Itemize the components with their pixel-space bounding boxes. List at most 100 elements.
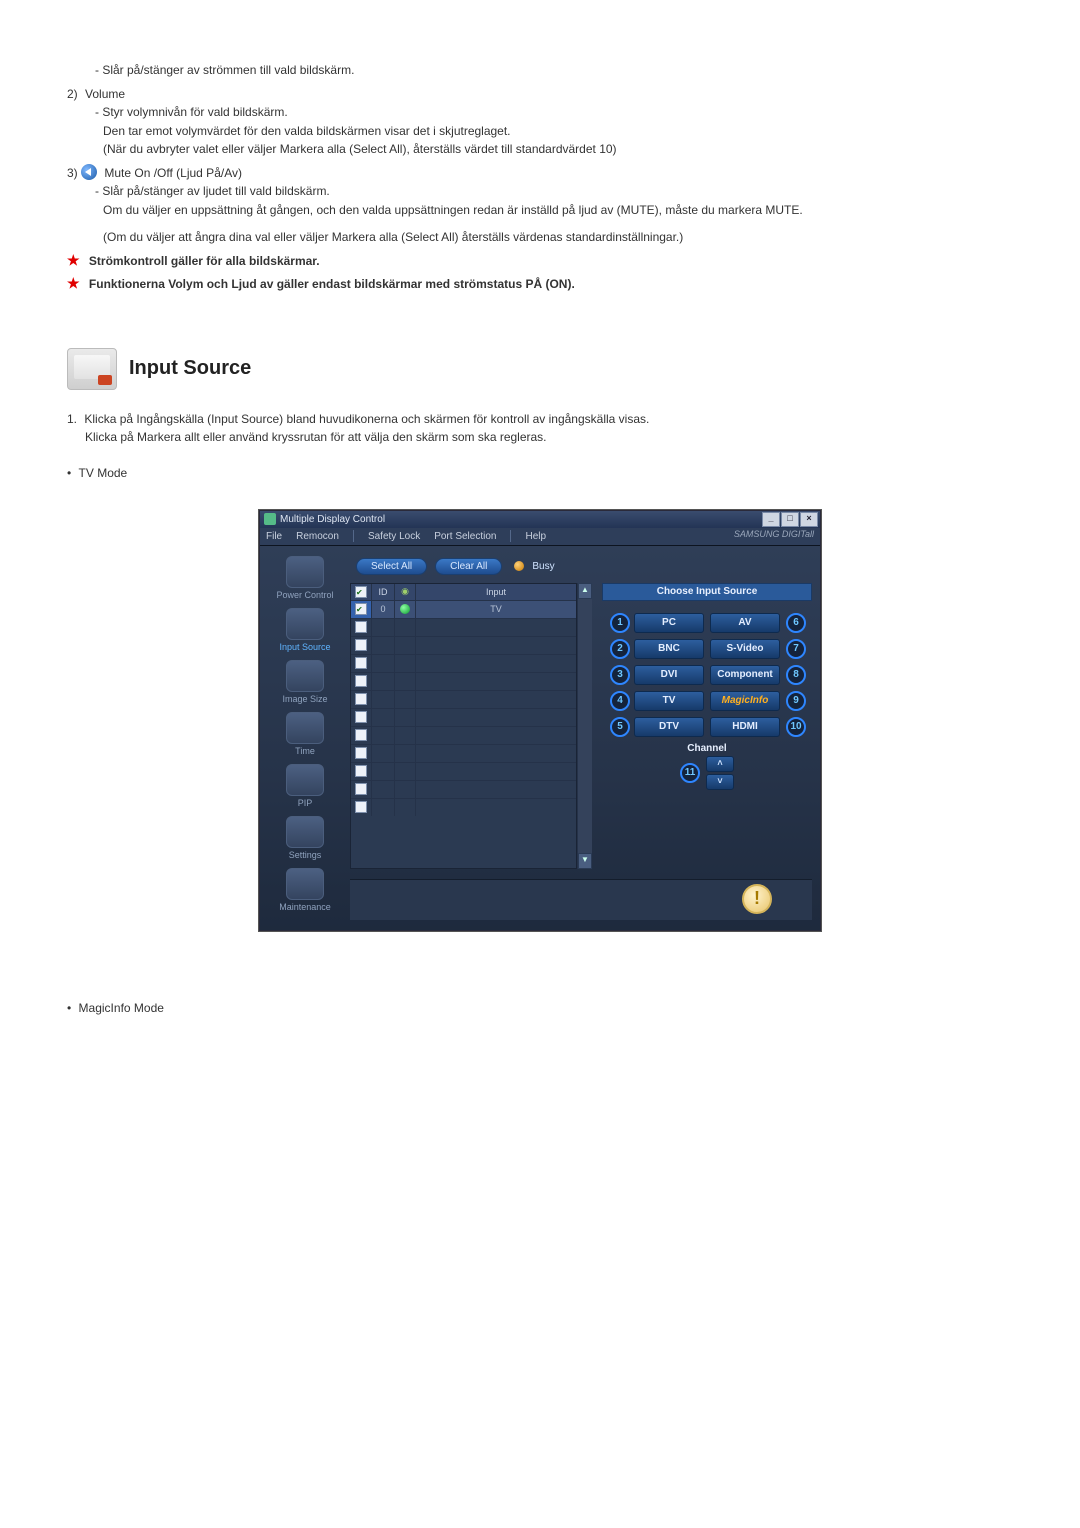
maintenance-icon bbox=[286, 868, 324, 900]
input-source-panel: Choose Input Source 1 PC AV 6 2 BNC S-Vi… bbox=[602, 583, 812, 869]
vol-line2: Den tar emot volymvärdet för den valda b… bbox=[95, 123, 1013, 140]
row-checkbox[interactable] bbox=[355, 783, 367, 795]
channel-block: Channel 11 ˄ ˅ bbox=[602, 743, 812, 790]
close-button[interactable]: × bbox=[800, 512, 818, 527]
sidebar-item-label: Maintenance bbox=[269, 902, 341, 912]
list-row[interactable] bbox=[351, 672, 576, 690]
window-body: Power Control Input Source Image Size Ti… bbox=[260, 546, 820, 930]
sidebar-item-input-source[interactable]: Input Source bbox=[269, 608, 341, 652]
busy-status-icon bbox=[514, 561, 524, 571]
main-area: Select All Clear All Busy ID ◉ bbox=[350, 546, 820, 930]
choose-input-source-header: Choose Input Source bbox=[602, 583, 812, 601]
list-row[interactable] bbox=[351, 780, 576, 798]
row-checkbox[interactable] bbox=[355, 801, 367, 813]
sidebar-item-maintenance[interactable]: Maintenance bbox=[269, 868, 341, 912]
menu-safety-lock[interactable]: Safety Lock bbox=[368, 531, 420, 542]
item-3-row: 3) Mute On /Off (Ljud På/Av) bbox=[67, 164, 1013, 180]
source-dtv-button[interactable]: DTV bbox=[634, 717, 704, 737]
row-checkbox[interactable] bbox=[355, 765, 367, 777]
mute-line3: (Om du väljer att ångra dina val eller v… bbox=[95, 229, 1013, 246]
item-3-number: 3) bbox=[67, 166, 78, 180]
list-scrollbar[interactable]: ▲ ▼ bbox=[577, 583, 592, 869]
source-bnc-button[interactable]: BNC bbox=[634, 639, 704, 659]
ol-number: 1. bbox=[67, 412, 77, 426]
row-id: 0 bbox=[372, 601, 395, 618]
channel-up-button[interactable]: ˄ bbox=[706, 756, 734, 772]
scroll-up-button[interactable]: ▲ bbox=[578, 583, 592, 599]
list-row[interactable] bbox=[351, 690, 576, 708]
settings-icon bbox=[286, 816, 324, 848]
bullet-dot: • bbox=[67, 466, 71, 480]
menu-divider bbox=[353, 530, 354, 542]
menu-file[interactable]: File bbox=[266, 531, 282, 542]
select-all-button[interactable]: Select All bbox=[356, 558, 427, 575]
list-row[interactable] bbox=[351, 636, 576, 654]
row-checkbox[interactable] bbox=[355, 603, 367, 615]
sidebar-item-power-control[interactable]: Power Control bbox=[269, 556, 341, 600]
source-magicinfo-button[interactable]: MagicInfo bbox=[710, 691, 780, 711]
footer-bar: ! bbox=[350, 879, 812, 920]
row-checkbox[interactable] bbox=[355, 711, 367, 723]
row-checkbox[interactable] bbox=[355, 621, 367, 633]
pip-icon bbox=[286, 764, 324, 796]
clear-all-button[interactable]: Clear All bbox=[435, 558, 502, 575]
row-checkbox[interactable] bbox=[355, 747, 367, 759]
scroll-down-button[interactable]: ▼ bbox=[578, 853, 592, 869]
bullet-magic-text: MagicInfo Mode bbox=[79, 1001, 164, 1015]
menu-remocon[interactable]: Remocon bbox=[296, 531, 339, 542]
sidebar-item-settings[interactable]: Settings bbox=[269, 816, 341, 860]
bullet-magicinfo-mode: • MagicInfo Mode bbox=[67, 1001, 1013, 1015]
list-row[interactable] bbox=[351, 744, 576, 762]
source-av-button[interactable]: AV bbox=[710, 613, 780, 633]
sidebar-item-pip[interactable]: PIP bbox=[269, 764, 341, 808]
warning-icon: ! bbox=[742, 884, 772, 914]
mute-icon bbox=[81, 164, 97, 180]
list-row[interactable] bbox=[351, 726, 576, 744]
source-svideo-button[interactable]: S-Video bbox=[710, 639, 780, 659]
star-icon: ★ bbox=[67, 252, 80, 268]
item-2-title: Volume bbox=[85, 87, 125, 101]
top-buttons: Select All Clear All Busy bbox=[350, 554, 812, 583]
source-dvi-button[interactable]: DVI bbox=[634, 665, 704, 685]
list-row[interactable] bbox=[351, 618, 576, 636]
source-buttons-grid: 1 PC AV 6 2 BNC S-Video 7 3 DVI Compon bbox=[610, 613, 804, 737]
list-row[interactable]: 0 TV bbox=[351, 600, 576, 618]
sidebar-item-label: Input Source bbox=[269, 642, 341, 652]
menu-help[interactable]: Help bbox=[525, 531, 546, 542]
row-checkbox[interactable] bbox=[355, 693, 367, 705]
image-size-icon bbox=[286, 660, 324, 692]
input-source-section-icon bbox=[67, 348, 117, 390]
list-row[interactable] bbox=[351, 654, 576, 672]
header-id: ID bbox=[372, 584, 395, 600]
source-component-button[interactable]: Component bbox=[710, 665, 780, 685]
maximize-button[interactable]: □ bbox=[781, 512, 799, 527]
content-row: ID ◉ Input 0 TV bbox=[350, 583, 812, 869]
list-row[interactable] bbox=[351, 708, 576, 726]
header-checkbox[interactable] bbox=[355, 586, 367, 598]
callout-badge-8: 8 bbox=[786, 665, 806, 685]
sidebar-item-image-size[interactable]: Image Size bbox=[269, 660, 341, 704]
row-checkbox[interactable] bbox=[355, 657, 367, 669]
sidebar-item-time[interactable]: Time bbox=[269, 712, 341, 756]
row-checkbox[interactable] bbox=[355, 729, 367, 741]
star-note-2: ★ Funktionerna Volym och Ljud av gäller … bbox=[67, 275, 1013, 292]
vol-line3: (När du avbryter valet eller väljer Mark… bbox=[95, 141, 1013, 158]
minimize-button[interactable]: _ bbox=[762, 512, 780, 527]
channel-down-button[interactable]: ˅ bbox=[706, 774, 734, 790]
row-checkbox[interactable] bbox=[355, 639, 367, 651]
list-row[interactable] bbox=[351, 798, 576, 816]
bullet-tv-mode: • TV Mode bbox=[67, 466, 1013, 480]
source-pc-button[interactable]: PC bbox=[634, 613, 704, 633]
input-source-icon bbox=[286, 608, 324, 640]
menu-port-selection[interactable]: Port Selection bbox=[434, 531, 496, 542]
list-row[interactable] bbox=[351, 762, 576, 780]
row-checkbox[interactable] bbox=[355, 675, 367, 687]
callout-badge-5: 5 bbox=[610, 717, 630, 737]
source-tv-button[interactable]: TV bbox=[634, 691, 704, 711]
item-2-number: 2) bbox=[67, 87, 78, 101]
callout-badge-6: 6 bbox=[786, 613, 806, 633]
app-window: Multiple Display Control _ □ × File Remo… bbox=[259, 510, 821, 931]
source-hdmi-button[interactable]: HDMI bbox=[710, 717, 780, 737]
callout-badge-9: 9 bbox=[786, 691, 806, 711]
ol-line2: Klicka på Markera allt eller använd krys… bbox=[85, 430, 1013, 444]
